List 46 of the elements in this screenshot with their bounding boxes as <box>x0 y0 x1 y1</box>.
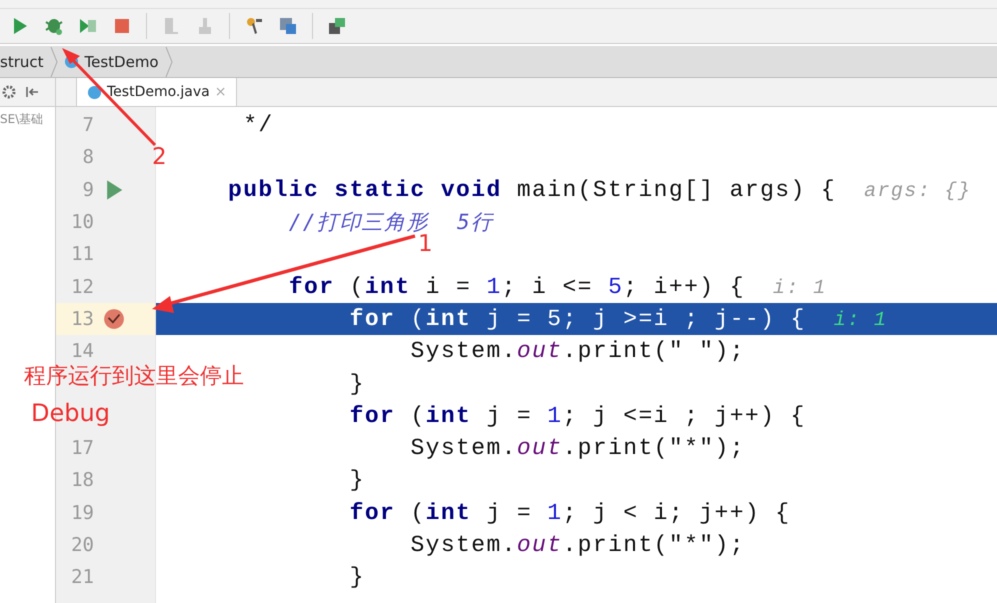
annotation-note: Debug <box>31 401 110 425</box>
file-tab[interactable]: TestDemo.java × <box>76 78 238 106</box>
code-line: } <box>350 467 365 494</box>
code-line: for (int j = 1; j < i; j++) { <box>350 500 791 526</box>
run-coverage-icon[interactable] <box>78 16 98 36</box>
code-line: } <box>350 370 365 397</box>
annotation-label: 1 <box>418 233 433 256</box>
window-icon[interactable] <box>327 16 347 36</box>
collapse-icon[interactable] <box>24 84 40 100</box>
code-line: for (int i = 1; i <= 5; i++) { i: 1 <box>288 274 827 300</box>
code-line: //打印三角形 5行 <box>288 209 494 234</box>
chevron-icon <box>50 46 58 76</box>
code-line: for (int j = 5; j >=i ; j--) { i: 1 <box>350 306 888 332</box>
line-number: 13 <box>70 308 94 330</box>
line-number: 18 <box>70 469 94 492</box>
grid-icon[interactable] <box>278 16 298 36</box>
line-number: 9 <box>82 178 94 201</box>
line-number: 8 <box>82 146 94 168</box>
code-line: System.out.print("*"); <box>410 532 745 558</box>
line-number: 21 <box>70 566 94 588</box>
class-icon <box>87 84 102 100</box>
line-number: 10 <box>70 211 94 234</box>
line-number: 11 <box>70 243 94 266</box>
code-line: System.out.print("*"); <box>410 435 745 462</box>
wrench-icon[interactable] <box>244 16 264 36</box>
code-line: */ <box>243 112 274 138</box>
stop-icon[interactable] <box>112 16 132 36</box>
settings-icon[interactable] <box>2 84 18 100</box>
annotation-label: 2 <box>152 146 167 169</box>
breakpoint-icon[interactable] <box>103 308 125 330</box>
code-line: public static void main(String[] args) { args: {} <box>228 176 972 203</box>
project-path[interactable]: SE\基础 <box>0 107 55 128</box>
breadcrumb-item[interactable]: TestDemo <box>84 52 159 70</box>
line-number: 19 <box>70 502 94 524</box>
breadcrumb-item[interactable]: struct <box>0 52 44 70</box>
line-number: 14 <box>70 340 94 362</box>
line-number: 20 <box>70 534 94 556</box>
code-line: System.out.print(" "); <box>410 338 745 364</box>
line-number: 7 <box>82 114 94 136</box>
code-line: for (int j = 1; j <=i ; j++) { <box>350 402 806 429</box>
line-number: 12 <box>70 276 94 298</box>
code-line: } <box>350 564 365 590</box>
line-number: 17 <box>70 437 94 460</box>
chevron-icon <box>164 46 173 76</box>
debug-icon[interactable] <box>44 16 64 36</box>
annotation-note: 程序运行到这里会停止 <box>24 366 244 388</box>
